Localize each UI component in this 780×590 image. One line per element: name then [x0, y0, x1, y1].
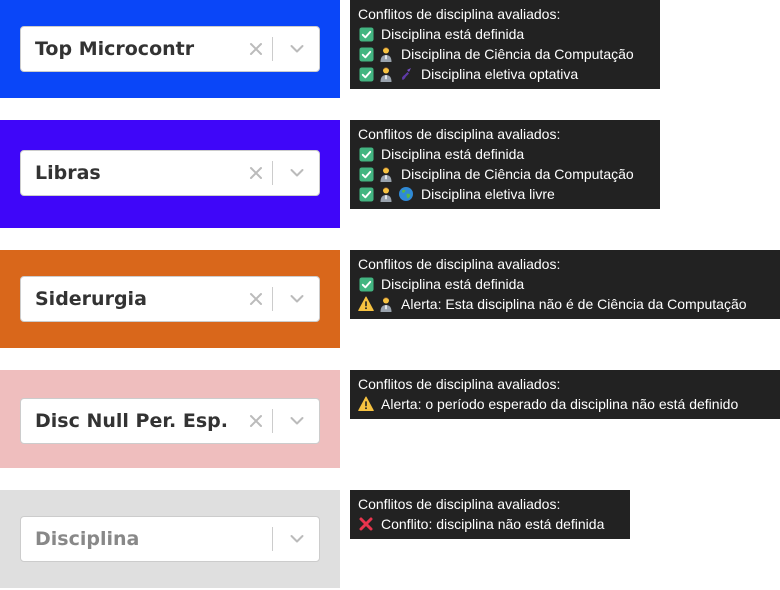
check-icon [358, 276, 374, 292]
select-value: Libras [35, 162, 101, 184]
teacher-icon [378, 66, 394, 82]
icon-group [358, 166, 398, 182]
teacher-icon [378, 166, 394, 182]
icon-group [358, 516, 378, 532]
tooltip-line: Disciplina eletiva optativa [358, 64, 652, 84]
conflict-tooltip: Conflitos de disciplina avaliados: Confl… [350, 490, 630, 539]
check-icon [358, 186, 374, 202]
icon-group [358, 146, 378, 162]
tooltip-title: Conflitos de disciplina avaliados: [358, 6, 561, 22]
check-icon [358, 166, 374, 182]
panel-disc-null: Disc Null Per. Esp. [0, 370, 340, 468]
check-icon [358, 66, 374, 82]
select-placeholder: Disciplina [35, 528, 140, 550]
select-separator [272, 527, 273, 551]
warning-icon [358, 396, 374, 412]
icon-group [358, 46, 398, 62]
icon-group [358, 396, 378, 412]
tooltip-line: Disciplina está definida [358, 24, 652, 44]
tooltip-line: Disciplina está definida [358, 144, 652, 164]
discipline-select[interactable]: Disc Null Per. Esp. [20, 398, 320, 444]
panel-empty: Disciplina [0, 490, 340, 588]
select-separator [272, 287, 273, 311]
select-separator [272, 37, 273, 61]
chevron-down-icon[interactable] [275, 27, 319, 71]
check-icon [358, 146, 374, 162]
tooltip-line: Alerta: Esta disciplina não é de Ciência… [358, 294, 772, 314]
panel-libras: Libras [0, 120, 340, 228]
clear-icon[interactable] [242, 151, 270, 195]
tooltip-line: Disciplina eletiva livre [358, 184, 652, 204]
tooltip-title: Conflitos de disciplina avaliados: [358, 126, 561, 142]
select-value: Disc Null Per. Esp. [35, 410, 228, 432]
panel-top-microcontr: Top Microcontr [0, 0, 340, 98]
cross-icon [358, 516, 374, 532]
select-value: Siderurgia [35, 288, 147, 310]
icon-group [358, 296, 398, 312]
globe-icon [398, 186, 414, 202]
teacher-icon [378, 186, 394, 202]
select-separator [272, 161, 273, 185]
tooltip-line: Disciplina de Ciência da Computação [358, 44, 652, 64]
conflict-tooltip: Conflitos de disciplina avaliados: Disci… [350, 120, 660, 209]
icon-group [358, 26, 378, 42]
tooltip-title: Conflitos de disciplina avaliados: [358, 496, 561, 512]
panel-siderurgia: Siderurgia [0, 250, 340, 348]
tooltip-line: Disciplina está definida [358, 274, 772, 294]
discipline-select[interactable]: Top Microcontr [20, 26, 320, 72]
tooltip-line: Conflito: disciplina não está definida [358, 514, 622, 534]
teacher-icon [378, 46, 394, 62]
clear-icon[interactable] [242, 277, 270, 321]
discipline-select[interactable]: Disciplina [20, 516, 320, 562]
chevron-down-icon[interactable] [275, 151, 319, 195]
conflict-tooltip: Conflitos de disciplina avaliados: Alert… [350, 370, 780, 419]
check-icon [358, 46, 374, 62]
tooltip-title: Conflitos de disciplina avaliados: [358, 256, 561, 272]
select-separator [272, 409, 273, 433]
teacher-icon [378, 296, 394, 312]
check-icon [358, 26, 374, 42]
icon-group [358, 66, 418, 82]
chevron-down-icon[interactable] [275, 277, 319, 321]
discipline-select[interactable]: Libras [20, 150, 320, 196]
brush-icon [398, 66, 414, 82]
chevron-down-icon[interactable] [275, 399, 319, 443]
clear-icon[interactable] [242, 399, 270, 443]
conflict-tooltip: Conflitos de disciplina avaliados: Disci… [350, 250, 780, 319]
tooltip-line: Alerta: o período esperado da disciplina… [358, 394, 772, 414]
select-value: Top Microcontr [35, 38, 195, 60]
icon-group [358, 276, 378, 292]
tooltip-line: Disciplina de Ciência da Computação [358, 164, 652, 184]
chevron-down-icon[interactable] [275, 517, 319, 561]
tooltip-title: Conflitos de disciplina avaliados: [358, 376, 561, 392]
icon-group [358, 186, 418, 202]
clear-icon[interactable] [242, 27, 270, 71]
conflict-tooltip: Conflitos de disciplina avaliados: Disci… [350, 0, 660, 89]
warning-icon [358, 296, 374, 312]
discipline-select[interactable]: Siderurgia [20, 276, 320, 322]
